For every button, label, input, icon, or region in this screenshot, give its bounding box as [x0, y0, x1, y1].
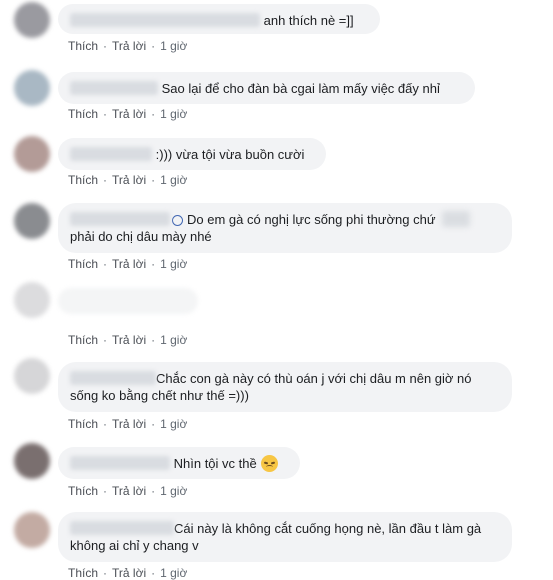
reply-link[interactable]: Trả lời: [112, 417, 146, 431]
comment-text-line1: Do em gà có nghị lực sống phi thường chứ: [187, 212, 436, 227]
like-link[interactable]: Thích: [68, 484, 98, 498]
comment-actions: Thích · Trả lời · 1 giờ: [68, 107, 188, 121]
timestamp[interactable]: 1 giờ: [160, 566, 187, 580]
avatar[interactable]: [14, 282, 50, 318]
timestamp[interactable]: 1 giờ: [160, 257, 187, 271]
comment-bubble: [58, 288, 198, 314]
like-link[interactable]: Thích: [68, 107, 98, 121]
author-name[interactable]: [70, 212, 170, 226]
reply-link[interactable]: Trả lời: [112, 257, 146, 271]
like-link[interactable]: Thích: [68, 333, 98, 347]
reply-link[interactable]: Trả lời: [112, 39, 146, 53]
like-link[interactable]: Thích: [68, 417, 98, 431]
disappointed-face-icon: [260, 455, 278, 472]
comment-bubble: Nhìn tội vc thề: [58, 447, 300, 479]
like-link[interactable]: Thích: [68, 566, 98, 580]
comment-bubble: Do em gà có nghị lực sống phi thường chứ…: [58, 203, 512, 253]
comment-actions: Thích · Trả lời · 1 giờ: [68, 173, 188, 187]
author-name[interactable]: [70, 371, 156, 385]
reply-link[interactable]: Trả lời: [112, 566, 146, 580]
author-name[interactable]: [70, 521, 174, 535]
like-link[interactable]: Thích: [68, 39, 98, 53]
timestamp[interactable]: 1 giờ: [160, 417, 187, 431]
comment-actions: Thích · Trả lời · 1 giờ: [68, 39, 188, 53]
like-link[interactable]: Thích: [68, 173, 98, 187]
comment-bubble: Chắc con gà này có thù oán j với chị dâu…: [58, 362, 512, 412]
comment-actions: Thích · Trả lời · 1 giờ: [68, 566, 188, 580]
comment-text: anh thích nè =]]: [263, 13, 354, 28]
timestamp[interactable]: 1 giờ: [160, 333, 187, 347]
timestamp[interactable]: 1 giờ: [160, 39, 187, 53]
comment-actions: Thích · Trả lời · 1 giờ: [68, 257, 188, 271]
avatar[interactable]: [14, 358, 50, 394]
timestamp[interactable]: 1 giờ: [160, 173, 187, 187]
author-name[interactable]: [70, 81, 158, 95]
timestamp[interactable]: 1 giờ: [160, 484, 187, 498]
comment-text: Sao lại để cho đàn bà cgai làm mấy việc …: [161, 81, 440, 96]
avatar[interactable]: [14, 203, 50, 239]
comment-actions: Thích · Trả lời · 1 giờ: [68, 417, 188, 431]
like-link[interactable]: Thích: [68, 257, 98, 271]
avatar[interactable]: [14, 512, 50, 548]
reply-link[interactable]: Trả lời: [112, 484, 146, 498]
story-ring-icon: [172, 215, 183, 226]
comment-text-line2: sống ko bằng chết như thế =))): [70, 388, 249, 403]
timestamp[interactable]: 1 giờ: [160, 107, 187, 121]
reply-link[interactable]: Trả lời: [112, 107, 146, 121]
comment-text-line1: Chắc con gà này có thù oán j với chị dâu…: [156, 371, 472, 386]
comment-text: :))) vừa tội vừa buồn cười: [155, 147, 305, 162]
reply-link[interactable]: Trả lời: [112, 333, 146, 347]
comment-bubble: Sao lại để cho đàn bà cgai làm mấy việc …: [58, 72, 475, 104]
reply-link[interactable]: Trả lời: [112, 173, 146, 187]
comment-text: Nhìn tội vc thề: [173, 456, 257, 471]
comment-bubble: anh thích nè =]]: [58, 4, 380, 34]
avatar[interactable]: [14, 136, 50, 172]
comment-text-line2: không ai chỉ y chang v: [70, 538, 199, 553]
author-name[interactable]: [70, 456, 170, 470]
author-name[interactable]: [70, 147, 152, 161]
comment-text-line1: Cái này là không cắt cuống họng nè, lần …: [174, 521, 482, 536]
blurred-segment: [441, 211, 470, 227]
comment-bubble: Cái này là không cắt cuống họng nè, lần …: [58, 512, 512, 562]
comment-actions: Thích · Trả lời · 1 giờ: [68, 333, 188, 347]
avatar[interactable]: [14, 70, 50, 106]
comment-actions: Thích · Trả lời · 1 giờ: [68, 484, 188, 498]
avatar[interactable]: [14, 443, 50, 479]
comment-text-line2: phải do chị dâu mày nhé: [70, 229, 212, 244]
avatar[interactable]: [14, 2, 50, 38]
author-name[interactable]: [70, 13, 260, 27]
comment-bubble: :))) vừa tội vừa buồn cười: [58, 138, 326, 170]
